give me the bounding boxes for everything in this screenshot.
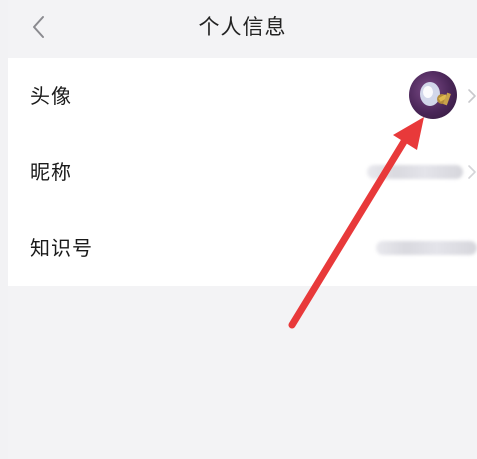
avatar-row[interactable]: 头像 — [8, 58, 477, 134]
profile-info-list: 头像 昵称 知识号 — [8, 58, 477, 286]
chevron-right-icon — [468, 89, 476, 103]
avatar[interactable] — [409, 71, 457, 119]
profile-screen: 个人信息 头像 昵称 知识号 — [8, 0, 477, 459]
chevron-left-icon — [33, 16, 44, 38]
nickname-value-blurred — [367, 165, 463, 179]
nickname-label: 昵称 — [30, 160, 72, 184]
avatar-label: 头像 — [30, 84, 72, 108]
avatar-image — [420, 82, 451, 106]
knowledge-id-label: 知识号 — [30, 236, 93, 260]
chevron-right-icon — [468, 165, 476, 179]
nickname-row[interactable]: 昵称 — [8, 134, 477, 210]
page-title: 个人信息 — [198, 15, 287, 39]
knowledge-id-row[interactable]: 知识号 — [8, 210, 477, 286]
nav-header: 个人信息 — [8, 0, 477, 56]
knowledge-id-value-blurred — [376, 241, 477, 255]
back-button[interactable] — [24, 12, 54, 42]
